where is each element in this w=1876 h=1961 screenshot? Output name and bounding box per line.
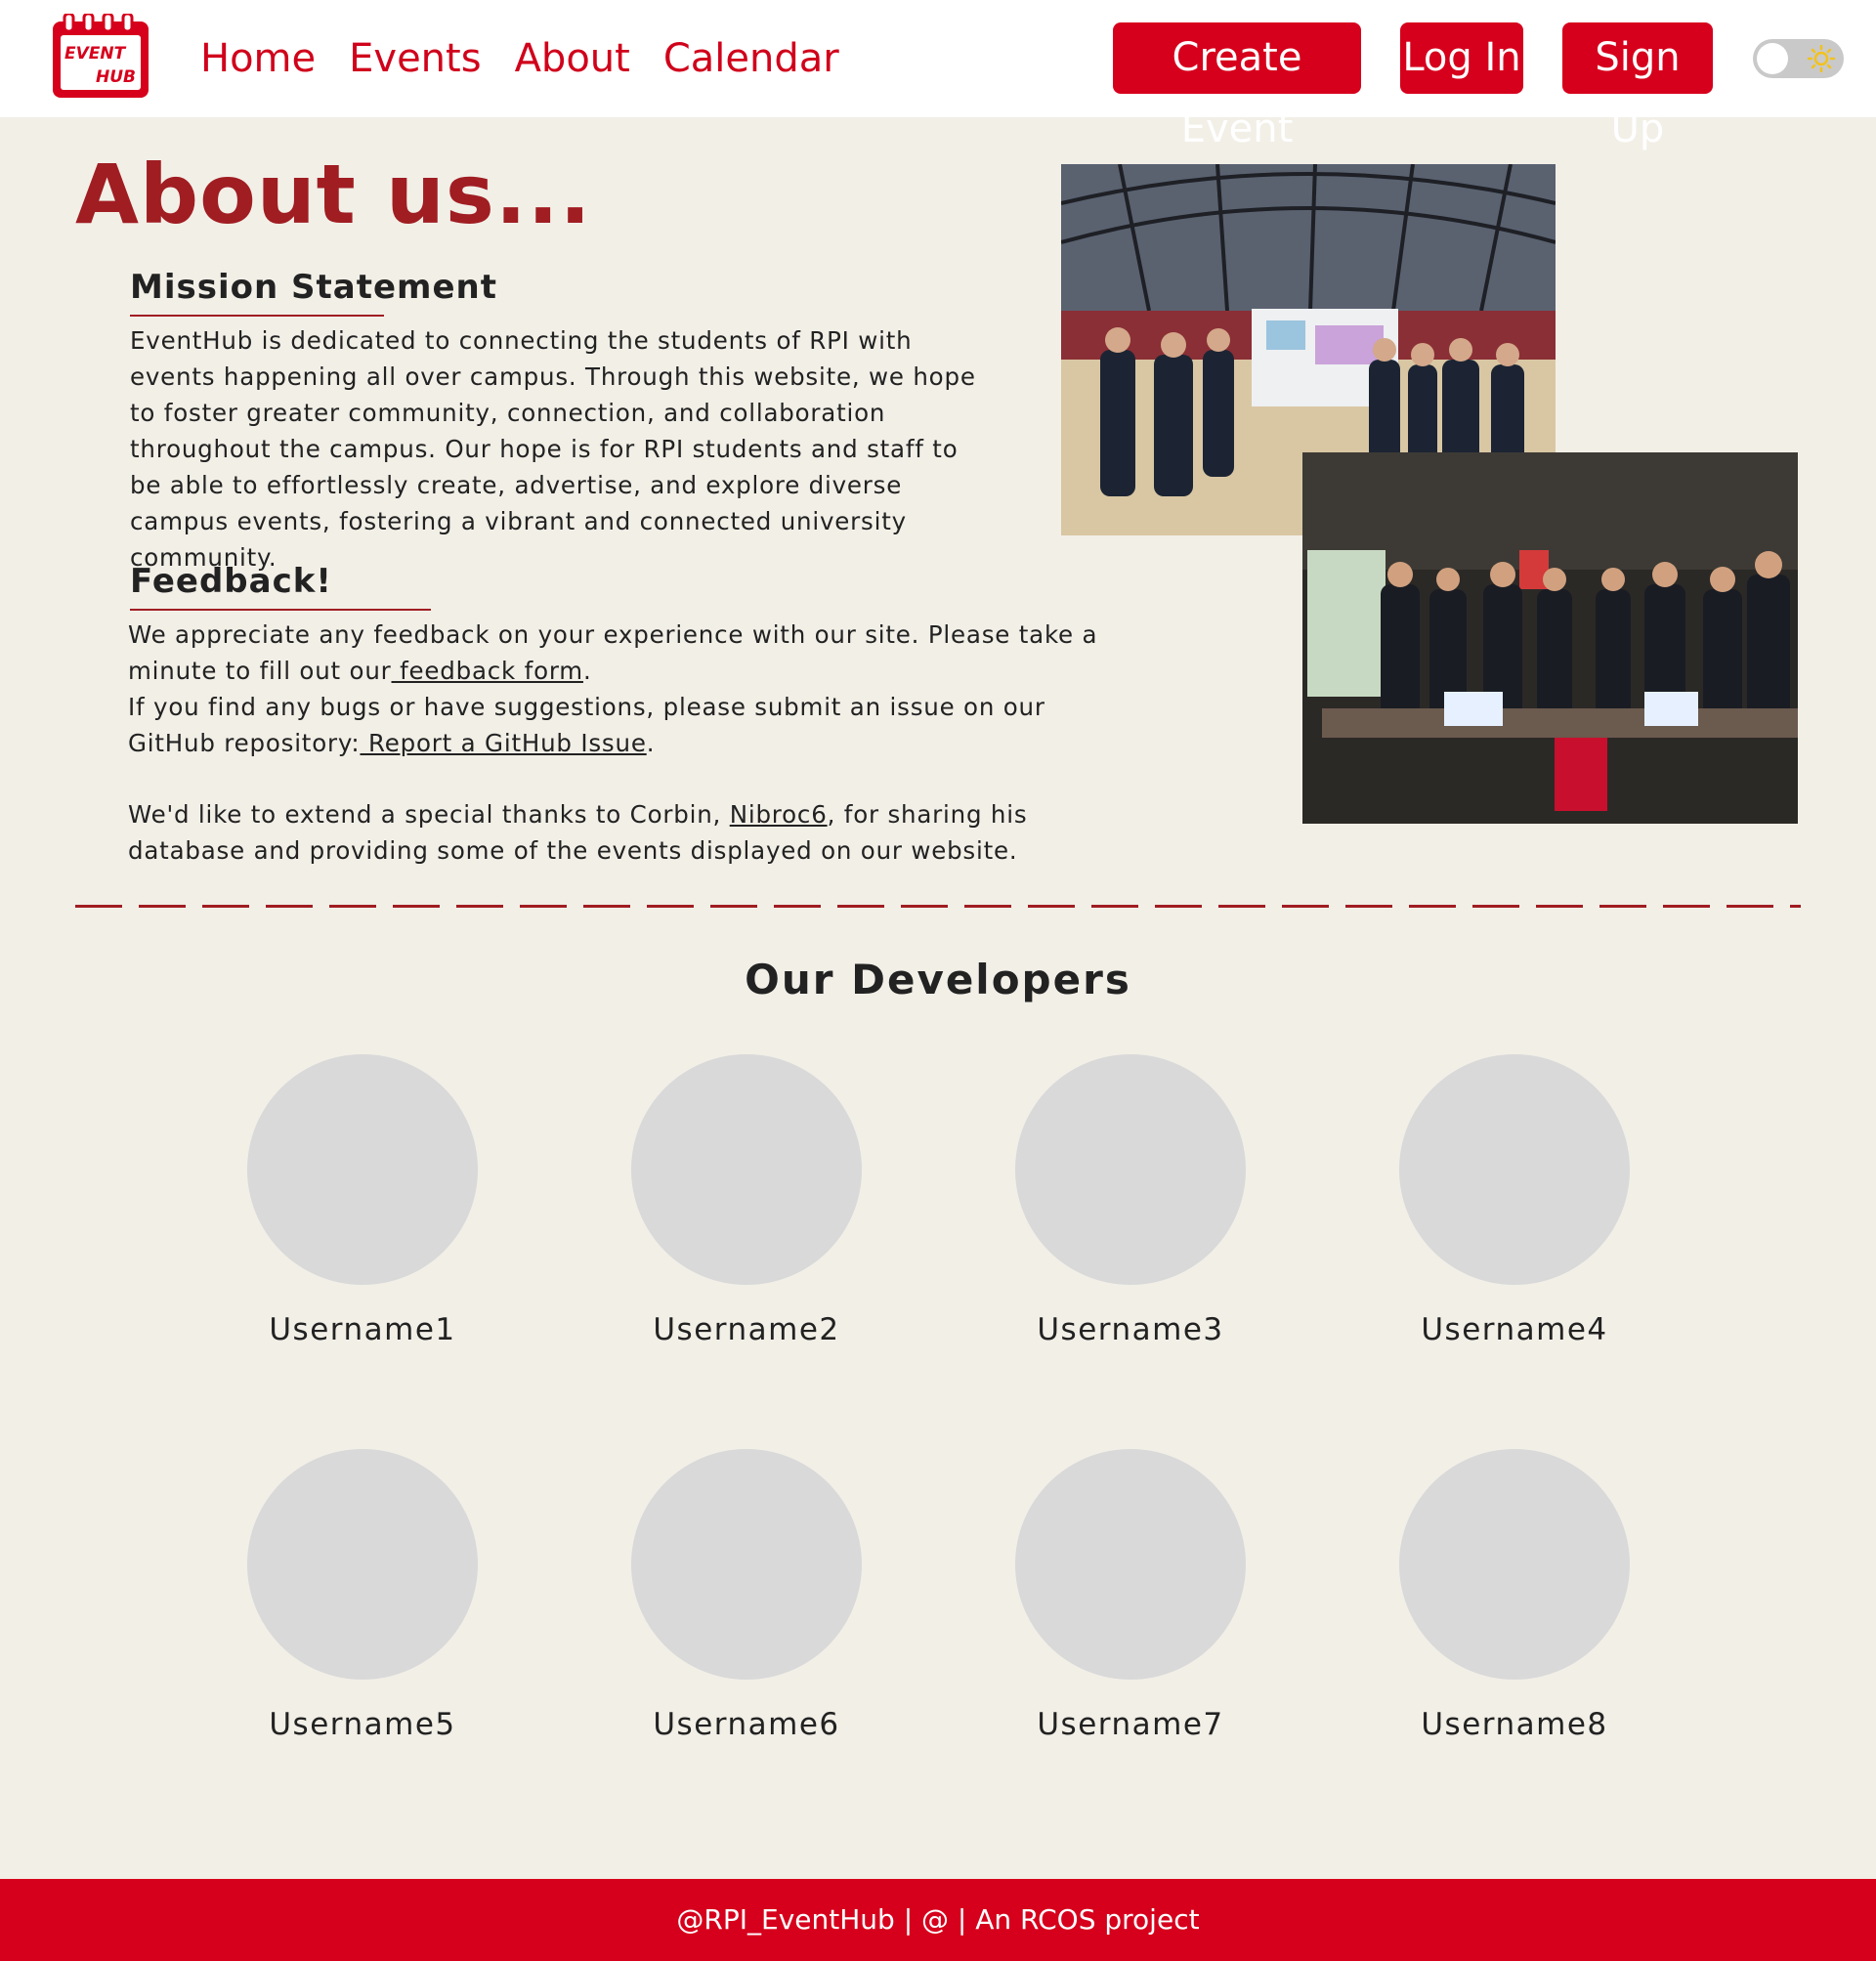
developer-username: Username2 bbox=[653, 1312, 840, 1347]
thanks-intro: We'd like to extend a special thanks to … bbox=[128, 800, 722, 829]
create-event-button[interactable]: Create Event bbox=[1113, 22, 1361, 151]
developer-card[interactable]: Username5 bbox=[247, 1449, 478, 1742]
feedback-text: We appreciate any feedback on your exper… bbox=[128, 617, 1115, 761]
feedback-period: . bbox=[582, 657, 592, 685]
avatar bbox=[247, 1054, 478, 1285]
avatar bbox=[1399, 1054, 1630, 1285]
nav-links: Home Events About Calendar bbox=[200, 29, 839, 88]
section-divider bbox=[75, 905, 1801, 908]
developer-card[interactable]: Username1 bbox=[247, 1054, 478, 1347]
developer-username: Username7 bbox=[1037, 1707, 1224, 1742]
developer-username: Username3 bbox=[1037, 1312, 1224, 1347]
nav-link-home[interactable]: Home bbox=[200, 29, 316, 88]
toggle-knob bbox=[1757, 43, 1788, 74]
logo-text-hub: HUB bbox=[96, 67, 136, 87]
feedback-heading-underline bbox=[130, 609, 431, 611]
thanks-text: We'd like to extend a special thanks to … bbox=[128, 796, 1144, 869]
mission-heading-underline bbox=[130, 315, 384, 317]
nibroc6-link[interactable]: Nibroc6 bbox=[730, 800, 828, 829]
avatar bbox=[1399, 1449, 1630, 1680]
avatar bbox=[631, 1054, 862, 1285]
nav-link-calendar[interactable]: Calendar bbox=[663, 29, 839, 88]
developer-card[interactable]: Username3 bbox=[1015, 1054, 1246, 1347]
mission-heading: Mission Statement bbox=[130, 268, 497, 307]
developer-card[interactable]: Username6 bbox=[631, 1449, 862, 1742]
avatar bbox=[1015, 1054, 1246, 1285]
theme-toggle[interactable] bbox=[1753, 39, 1844, 78]
developer-username: Username4 bbox=[1421, 1312, 1608, 1347]
feedback-form-link[interactable]: feedback form bbox=[392, 657, 583, 685]
developers-title: Our Developers bbox=[745, 956, 1131, 1003]
nav-link-about[interactable]: About bbox=[515, 29, 630, 88]
avatar bbox=[247, 1449, 478, 1680]
navbar: EVENT HUB Home Events About Calendar Cre… bbox=[0, 0, 1876, 151]
feedback-intro: We appreciate any feedback on your exper… bbox=[128, 620, 1098, 685]
developer-card[interactable]: Username4 bbox=[1399, 1054, 1630, 1347]
feedback-heading: Feedback! bbox=[130, 562, 332, 601]
issue-period: . bbox=[646, 729, 656, 757]
team-photo-table bbox=[1302, 452, 1798, 824]
github-issue-link[interactable]: Report a GitHub Issue bbox=[360, 729, 646, 757]
developer-card[interactable]: Username8 bbox=[1399, 1449, 1630, 1742]
developer-card[interactable]: Username2 bbox=[631, 1054, 862, 1347]
developer-card[interactable]: Username7 bbox=[1015, 1449, 1246, 1742]
developer-username: Username6 bbox=[653, 1707, 840, 1742]
avatar bbox=[1015, 1449, 1246, 1680]
eventhub-logo[interactable]: EVENT HUB bbox=[51, 12, 150, 100]
developer-username: Username5 bbox=[269, 1707, 456, 1742]
logo-text-event: EVENT bbox=[64, 44, 127, 64]
avatar bbox=[631, 1449, 862, 1680]
mission-text: EventHub is dedicated to connecting the … bbox=[130, 326, 976, 572]
developer-username: Username8 bbox=[1421, 1707, 1608, 1742]
developer-username: Username1 bbox=[269, 1312, 456, 1347]
log-in-button[interactable]: Log In bbox=[1400, 22, 1523, 94]
nav-link-events[interactable]: Events bbox=[349, 29, 481, 88]
sun-icon bbox=[1808, 45, 1835, 72]
sign-up-button[interactable]: Sign Up bbox=[1562, 22, 1713, 151]
page-title: About us... bbox=[75, 147, 592, 242]
footer: @RPI_EventHub | @ | An RCOS project bbox=[0, 1879, 1876, 1961]
